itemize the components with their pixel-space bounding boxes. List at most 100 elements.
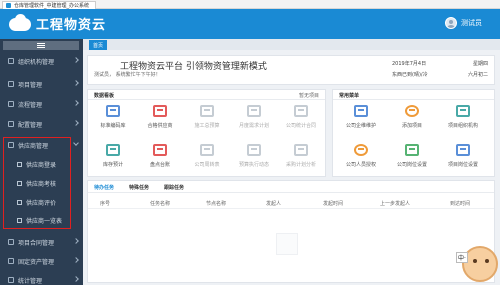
chevron-icon [73, 100, 79, 106]
tile-budget-execution[interactable]: 预算执行动态 [231, 142, 277, 172]
tile-monthly-demand[interactable]: 月度需求计划 [231, 103, 277, 133]
config-icon [8, 121, 14, 127]
task-tabs: 待办任务 特殊任务 跟踪任务 [88, 181, 494, 193]
sidebar-item-assets[interactable]: 固定资产管理 [0, 253, 83, 269]
chevron-icon [73, 80, 79, 86]
tab-tracking-tasks[interactable]: 跟踪任务 [164, 184, 184, 191]
weekday-text: 星期四 [472, 61, 488, 67]
browser-tab[interactable]: 仓库管理软件_中建管理_办公系统 [2, 1, 97, 9]
app-logo[interactable]: 工程物资云 [9, 14, 106, 33]
column-header: 任务名称 [150, 201, 171, 207]
favicon-icon [6, 3, 11, 8]
tile-add-project[interactable]: 添加项目 [389, 103, 435, 133]
lunar-day-text: 六月初二 [467, 72, 488, 78]
hamburger-icon [37, 43, 45, 48]
menu-toggle-button[interactable] [3, 41, 79, 50]
column-header: 节点名称 [206, 201, 227, 207]
sidebar-item-statistics[interactable]: 统计管理 [0, 272, 83, 285]
sidebar-item-label: 配置管理 [18, 121, 43, 129]
sidebar-item-workflow[interactable]: 流程管理 [0, 96, 83, 112]
tile-company-contracts[interactable]: 公司统计合同 [278, 103, 324, 133]
sidebar-item-contract[interactable]: 项目合同管理 [0, 234, 83, 250]
tile-construction-budget[interactable]: 施工总预算 [184, 103, 230, 133]
empty-state-icon [276, 233, 298, 255]
org-chart-icon [456, 105, 470, 117]
chevron-icon [73, 238, 79, 244]
cloud-logo-icon [9, 14, 31, 33]
tile-project-org[interactable]: 项目组织机构 [440, 103, 486, 133]
column-header: 发起人 [266, 201, 282, 207]
table-header: 序号 任务名称 节点名称 发起人 发起时间 上一步发起人 到达时间 [88, 197, 494, 209]
page-tab-bar: 首页 [83, 39, 500, 50]
mascot-eye [485, 259, 489, 263]
company-posts-icon [405, 144, 419, 156]
highlight-box [3, 137, 71, 229]
mascot-assistant[interactable]: 中· [456, 246, 498, 282]
add-project-icon [405, 105, 419, 117]
contract-icon [8, 239, 14, 245]
tile-project-posts[interactable]: 项目岗位设置 [440, 142, 486, 172]
contract-icon [294, 105, 308, 117]
assets-icon [8, 258, 14, 264]
sidebar-item-label: 统计管理 [18, 277, 43, 285]
user-name: 测试员 [461, 19, 482, 27]
tile-staff-authorization[interactable]: 公司人员授权 [338, 142, 384, 172]
sidebar-item-config[interactable]: 配置管理 [0, 116, 83, 132]
calendar-icon [247, 105, 261, 117]
tile-company-posts[interactable]: 公司岗位设置 [389, 142, 435, 172]
sidebar: 组织机构管理 项目管理 流程管理 配置管理 供应商管理 供应商登录 供应商考核 … [0, 39, 83, 285]
sidebar-item-project[interactable]: 项目管理 [0, 76, 83, 92]
workflow-icon [8, 101, 14, 107]
turnover-icon [200, 144, 214, 156]
app-name: 工程物资云 [36, 18, 107, 33]
tasks-panel: 待办任务 特殊任务 跟踪任务 序号 任务名称 节点名称 发起人 发起时间 上一步… [87, 180, 495, 283]
tab-special-tasks[interactable]: 特殊任务 [129, 184, 149, 191]
tab-home[interactable]: 首页 [89, 40, 108, 50]
chevron-icon [73, 276, 79, 282]
tile-purchase-analysis[interactable]: 采购计划分析 [278, 142, 324, 172]
budget-icon [200, 105, 214, 117]
panel-title: 常用菜单 [339, 93, 360, 99]
mascot-eye [473, 259, 477, 263]
sidebar-item-label: 项目合同管理 [18, 239, 55, 247]
browser-tab-bar: 仓库管理软件_中建管理_办公系统 [0, 0, 500, 9]
sidebar-item-label: 组织机构管理 [18, 58, 55, 66]
trend-icon [247, 144, 261, 156]
statistics-icon [8, 277, 14, 283]
user-menu[interactable]: 测试员 [445, 17, 482, 29]
app-header: 工程物资云 测试员 [0, 9, 500, 39]
org-icon [8, 58, 14, 64]
weather-text: 东西已到(晴)/冷 [392, 72, 428, 78]
tile-qualified-suppliers[interactable]: 合格供应商 [137, 103, 183, 133]
bar-chart-icon [153, 144, 167, 156]
chevron-icon [73, 120, 79, 126]
date-text: 2019年7月4日 [392, 61, 427, 67]
building-icon [354, 105, 368, 117]
chevron-down-icon [73, 140, 79, 146]
data-dashboard-panel: 数据看板 暂无项目 标准编码库 合格供应商 施工总预算 月度需求计划 公司统计合… [87, 89, 326, 177]
column-header: 序号 [100, 201, 111, 207]
common-menu-panel: 常用菜单 公司企维维护 添加项目 项目组织机构 公司人员授权 公司岗位设置 项目… [332, 89, 495, 177]
analysis-icon [294, 144, 308, 156]
sidebar-item-org[interactable]: 组织机构管理 [0, 53, 83, 69]
column-header: 到达时间 [450, 201, 471, 207]
tile-company-turnover[interactable]: 公司周转表 [184, 142, 230, 172]
database-icon [106, 105, 120, 117]
chevron-icon [73, 257, 79, 263]
ime-indicator[interactable]: 中· [456, 252, 468, 263]
project-icon [8, 81, 14, 87]
warehouse-icon [106, 144, 120, 156]
tile-company-maintenance[interactable]: 公司企维维护 [338, 103, 384, 133]
browser-tab-title: 仓库管理软件_中建管理_办公系统 [14, 3, 90, 9]
tab-pending-tasks[interactable]: 待办任务 [94, 184, 114, 191]
chevron-icon [73, 57, 79, 63]
tile-inventory-forecast[interactable]: 库存预计 [90, 142, 136, 172]
supplier-badge-icon [153, 105, 167, 117]
column-header: 上一步发起人 [380, 201, 411, 207]
tile-standard-codes[interactable]: 标准编码库 [90, 103, 136, 133]
panel-title: 数据看板 [94, 93, 115, 99]
greeting-text: 测试员， 系统繁忙午下午好！ [94, 72, 161, 78]
tile-stocktake-ledger[interactable]: 盘点台账 [137, 142, 183, 172]
panel-more-link[interactable]: 暂无项目 [299, 92, 319, 99]
avatar [445, 17, 457, 29]
